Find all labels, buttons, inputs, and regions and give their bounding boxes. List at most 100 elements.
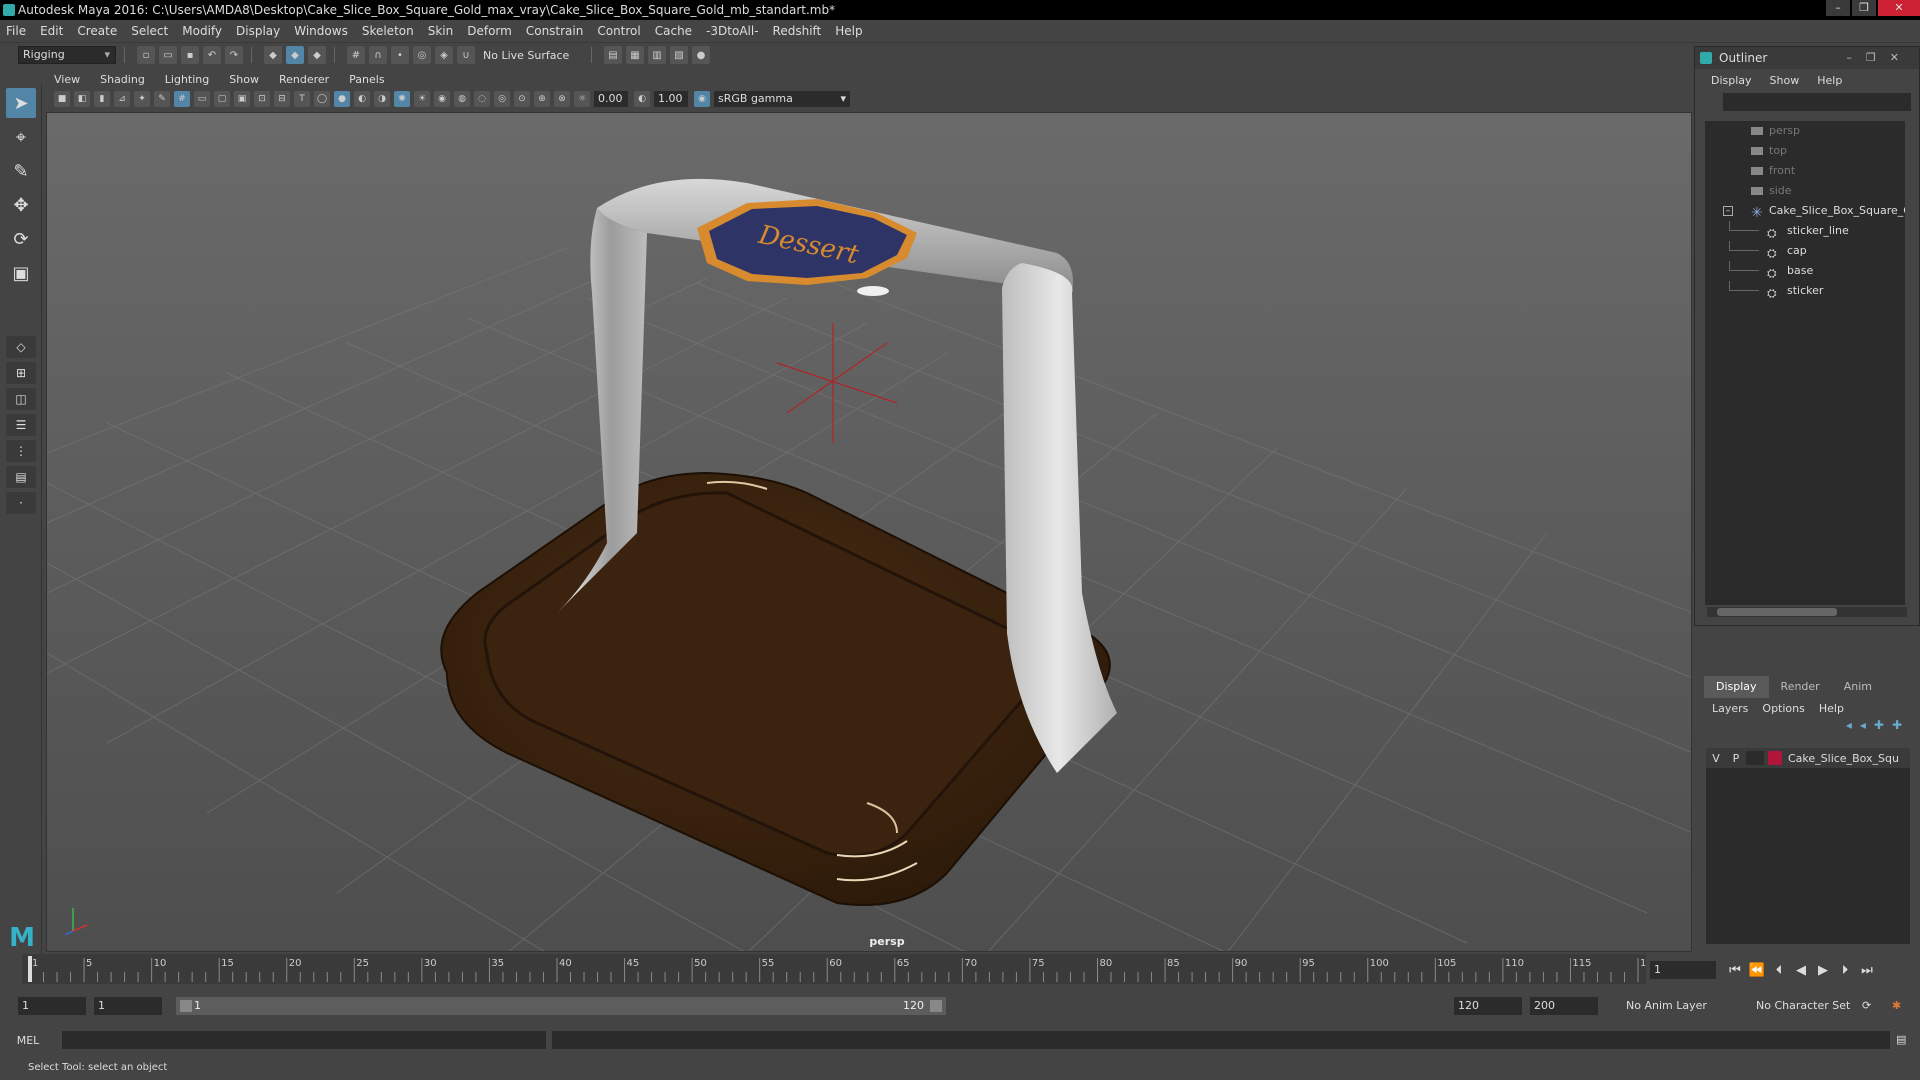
step-back-key-icon[interactable]: ⏪	[1746, 963, 1768, 978]
menu-help[interactable]: Help	[835, 24, 862, 38]
ipr-render-icon[interactable]: ▥	[648, 46, 666, 64]
layer-tool-icons[interactable]: ◂◂✚✚	[1694, 718, 1920, 740]
collapse-icon[interactable]: –	[1723, 206, 1733, 216]
character-set-dropdown[interactable]: No Character Set	[1756, 997, 1850, 1015]
animation-end-field[interactable]: 200	[1530, 997, 1598, 1015]
menu-redshift[interactable]: Redshift	[773, 24, 822, 38]
camera-attributes-icon[interactable]: ◧	[74, 91, 90, 107]
ambient-occlusion-icon[interactable]: ◉	[434, 91, 450, 107]
select-hierarchy-icon[interactable]: ◆	[264, 46, 282, 64]
smooth-shade-icon[interactable]: ●	[334, 91, 350, 107]
pivot-manipulator[interactable]	[776, 323, 898, 443]
outliner-menu-help[interactable]: Help	[1817, 74, 1842, 87]
isolate-select-icon[interactable]: ⊙	[514, 91, 530, 107]
panel-menu-renderer[interactable]: Renderer	[279, 73, 329, 86]
script-editor-icon[interactable]: ▤	[1896, 1031, 1906, 1049]
current-frame-field[interactable]: 1	[1650, 961, 1716, 979]
menu-modify[interactable]: Modify	[182, 24, 222, 38]
xray-joints-icon[interactable]: ⊗	[554, 91, 570, 107]
depth-of-field-icon[interactable]: ◎	[494, 91, 510, 107]
view-transform-dropdown[interactable]: sRGB gamma	[714, 91, 850, 107]
menu-create[interactable]: Create	[77, 24, 117, 38]
hypershade-layout-icon[interactable]: ▤	[6, 466, 36, 488]
gamma-icon[interactable]: ◐	[634, 91, 650, 107]
menu-deform[interactable]: Deform	[467, 24, 512, 38]
dessert-sticker[interactable]: Dessert	[697, 199, 917, 285]
undo-icon[interactable]: ↶	[203, 46, 221, 64]
exposure-field[interactable]: 0.00	[594, 91, 628, 107]
snap-curve-icon[interactable]: ∩	[369, 46, 387, 64]
step-back-frame-icon[interactable]: ⏴	[1768, 963, 1790, 978]
snap-point-icon[interactable]: •	[391, 46, 409, 64]
save-scene-icon[interactable]: ▪	[181, 46, 199, 64]
exposure-icon[interactable]: ☼	[574, 91, 590, 107]
select-tool-icon[interactable]: ➤	[6, 88, 36, 118]
anim-layer-dropdown[interactable]: No Anim Layer	[1626, 997, 1707, 1015]
two-d-pan-icon[interactable]: ✦	[134, 91, 150, 107]
panel-menu-panels[interactable]: Panels	[349, 73, 384, 86]
layer-color-swatch[interactable]	[1768, 751, 1782, 765]
outliner-item-sticker[interactable]: ⛭ sticker	[1705, 281, 1905, 301]
go-to-start-icon[interactable]: ⏮	[1724, 963, 1746, 978]
maximize-button[interactable]: ❐	[1852, 0, 1876, 16]
range-end-handle[interactable]	[930, 1000, 942, 1012]
layer-menu-layers[interactable]: Layers	[1712, 702, 1748, 715]
minimize-button[interactable]: –	[1826, 0, 1850, 16]
hypershade-icon[interactable]: ●	[692, 46, 710, 64]
rotate-tool-icon[interactable]: ⟳	[6, 224, 36, 254]
outliner-item-base[interactable]: ⛭ base	[1705, 261, 1905, 281]
more-layouts-icon[interactable]: ·	[6, 492, 36, 514]
live-surface-field[interactable]: No Live Surface	[483, 49, 583, 62]
film-gate-icon[interactable]: ▭	[194, 91, 210, 107]
panel-menu-lighting[interactable]: Lighting	[165, 73, 209, 86]
outliner-item-sticker-line[interactable]: ⛭ sticker_line	[1705, 221, 1905, 241]
menu-skin[interactable]: Skin	[428, 24, 454, 38]
outliner-item-top[interactable]: top	[1705, 141, 1905, 161]
menu-3dtoall[interactable]: -3DtoAll-	[706, 24, 758, 38]
redo-icon[interactable]: ↷	[225, 46, 243, 64]
close-button[interactable]: ✕	[1878, 0, 1920, 16]
time-slider[interactable]: 1 5 10 15 20 25 30 35 40 45 50 55 60 65 70 75 80 85 90 95 10…	[22, 954, 1646, 984]
go-to-end-icon[interactable]: ⏭	[1856, 963, 1878, 978]
layer-display-type[interactable]	[1746, 751, 1764, 765]
animation-preferences-icon[interactable]: ✱	[1892, 997, 1901, 1015]
color-management-icon[interactable]: ◉	[694, 91, 710, 107]
play-forwards-icon[interactable]: ▶	[1812, 963, 1834, 978]
outliner-item-side[interactable]: side	[1705, 181, 1905, 201]
two-pane-layout-icon[interactable]: ◫	[6, 388, 36, 410]
anti-aliasing-icon[interactable]: ◌	[474, 91, 490, 107]
gate-mask-icon[interactable]: ▣	[234, 91, 250, 107]
use-all-lights-icon[interactable]: ✺	[394, 91, 410, 107]
outliner-search-input[interactable]	[1723, 93, 1911, 111]
menu-skeleton[interactable]: Skeleton	[362, 24, 414, 38]
snap-grid-icon[interactable]: #	[347, 46, 365, 64]
menu-file[interactable]: File	[6, 24, 26, 38]
single-perspective-layout-icon[interactable]: ◇	[6, 336, 36, 358]
gamma-field[interactable]: 1.00	[654, 91, 688, 107]
step-forward-frame-icon[interactable]: ⏵	[1834, 963, 1856, 978]
playback-start-field[interactable]: 1	[94, 997, 162, 1015]
graph-layout-icon[interactable]: ⋮	[6, 440, 36, 462]
menu-control[interactable]: Control	[597, 24, 640, 38]
outliner-item-cap[interactable]: ⛭ cap	[1705, 241, 1905, 261]
lasso-tool-icon[interactable]: ⌖	[6, 122, 36, 152]
safe-action-icon[interactable]: ⊟	[274, 91, 290, 107]
outliner-item-front[interactable]: front	[1705, 161, 1905, 181]
motion-blur-icon[interactable]: ◍	[454, 91, 470, 107]
layer-menu-options[interactable]: Options	[1762, 702, 1804, 715]
menu-edit[interactable]: Edit	[40, 24, 63, 38]
range-start-handle[interactable]	[180, 1000, 192, 1012]
tab-render[interactable]: Render	[1769, 676, 1832, 698]
select-component-icon[interactable]: ◆	[308, 46, 326, 64]
animation-start-field[interactable]: 1	[18, 997, 86, 1015]
select-object-icon[interactable]: ◆	[286, 46, 304, 64]
panel-menu-view[interactable]: View	[54, 73, 80, 86]
menu-select[interactable]: Select	[131, 24, 168, 38]
wireframe-on-shaded-icon[interactable]: ◐	[354, 91, 370, 107]
menu-cache[interactable]: Cache	[655, 24, 692, 38]
outliner-menu-display[interactable]: Display	[1711, 74, 1752, 87]
outliner-menu-show[interactable]: Show	[1770, 74, 1800, 87]
snap-view-icon[interactable]: ◎	[413, 46, 431, 64]
grid-toggle-icon[interactable]: #	[174, 91, 190, 107]
wireframe-icon[interactable]: ◯	[314, 91, 330, 107]
